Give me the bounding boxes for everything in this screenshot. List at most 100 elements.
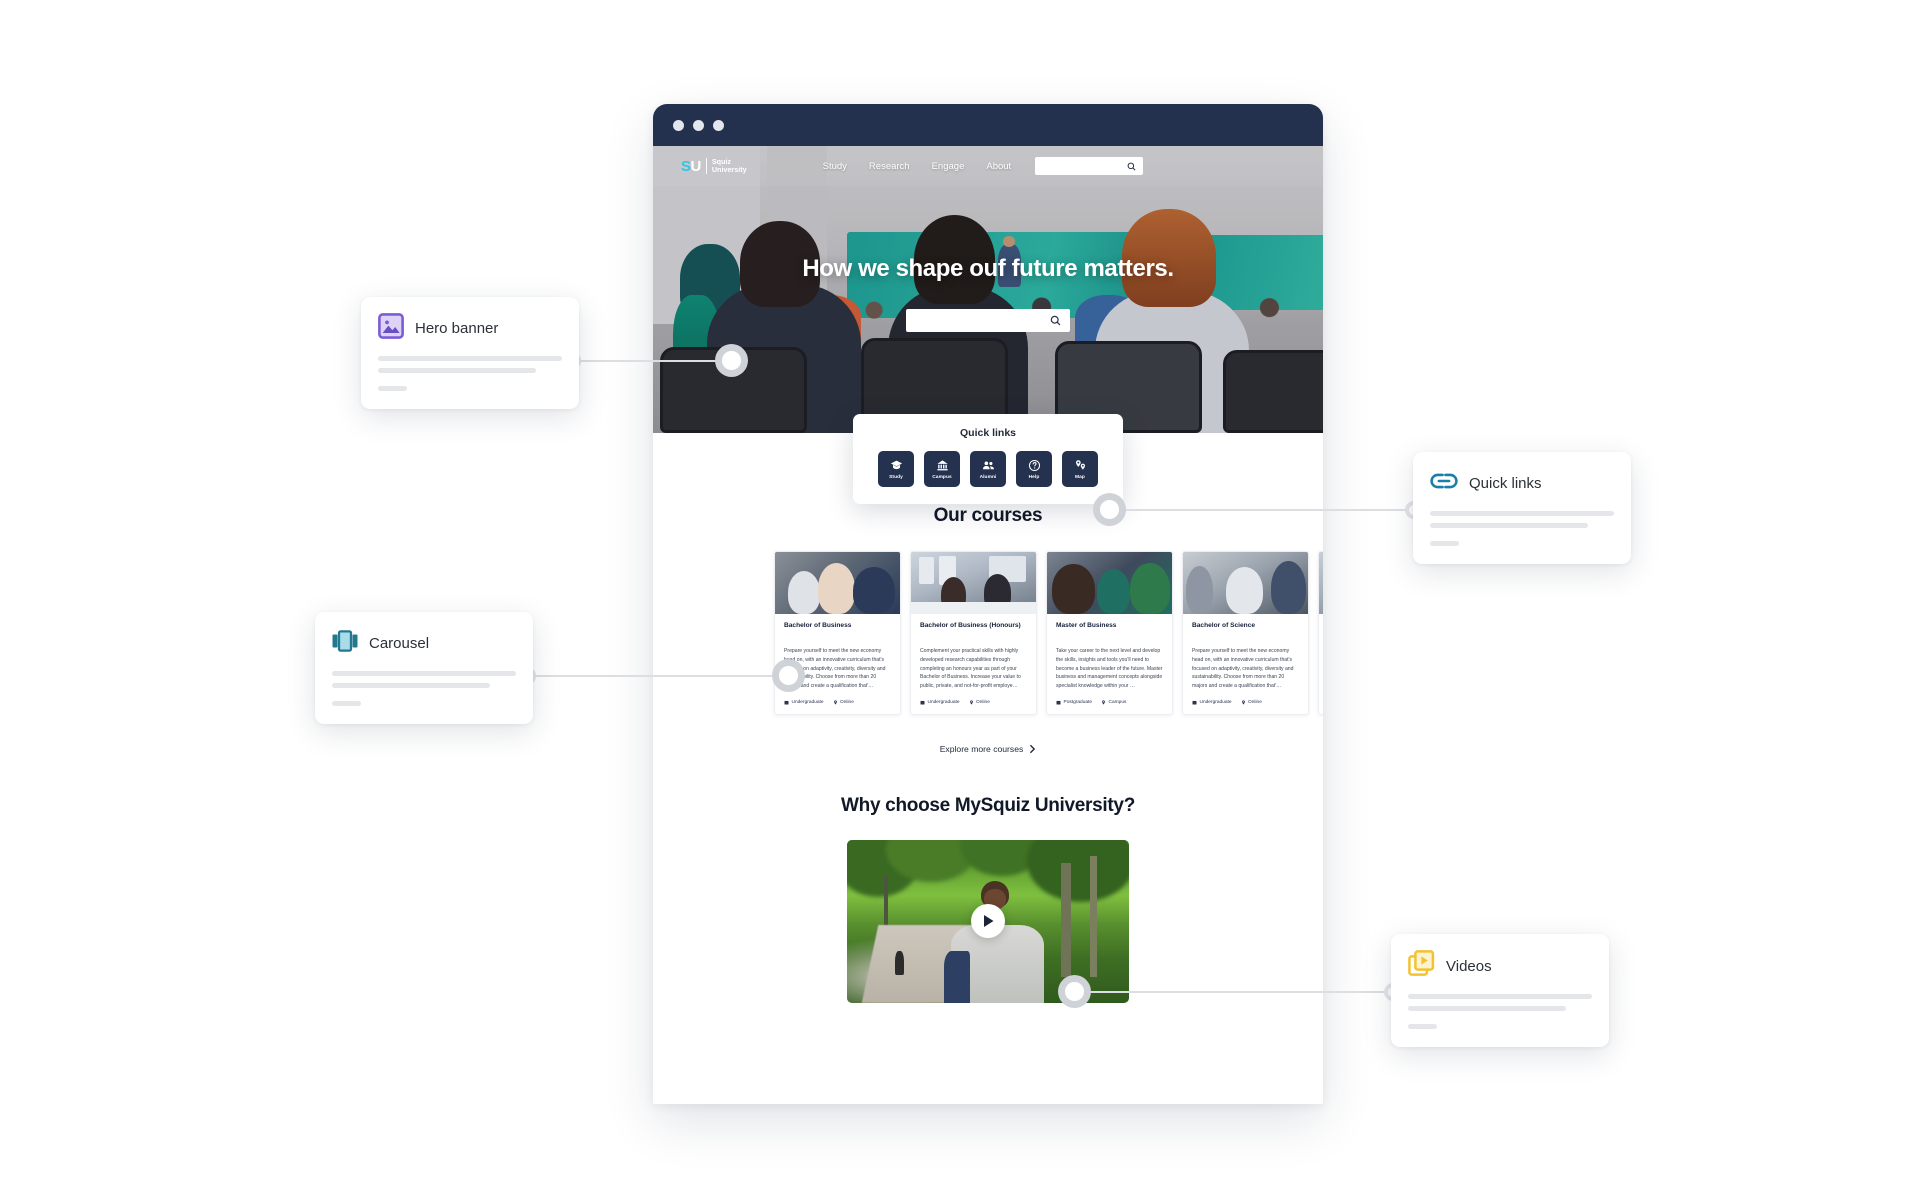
callout-label: Videos — [1446, 957, 1492, 975]
callout-skeleton-line — [332, 671, 516, 676]
chevron-right-icon — [1030, 744, 1036, 753]
course-level-text: Undergraduate — [927, 699, 960, 705]
logo-mark-s: S — [681, 157, 691, 175]
callout-skeleton-pill — [378, 386, 408, 391]
quick-links-row: Study Campus Alumni Help Map — [853, 451, 1123, 487]
connector-node-videos — [1058, 975, 1091, 1008]
callout-videos[interactable]: Videos — [1391, 934, 1609, 1047]
calendar-icon — [920, 700, 925, 705]
hero-copy: How we shape ouf future matters. — [653, 254, 1323, 333]
course-card-image — [1319, 552, 1323, 614]
nav-item-study[interactable]: Study — [823, 161, 847, 172]
traffic-light-maximize[interactable] — [713, 119, 724, 131]
hero-title: How we shape ouf future matters. — [802, 255, 1174, 282]
course-mode-badge: Online — [833, 700, 854, 705]
calendar-icon — [784, 700, 789, 705]
course-level-text: Undergraduate — [791, 699, 824, 705]
callout-skeleton-pill — [332, 701, 362, 706]
logo-mark-u: U — [690, 157, 702, 175]
course-level-badge: Undergraduate — [920, 700, 960, 705]
course-mode-text: Online — [976, 699, 990, 705]
quick-link-alumni[interactable]: Alumni — [970, 451, 1006, 487]
callout-quick-links[interactable]: Quick links — [1413, 452, 1631, 564]
course-card[interactable]: Bachelor of Business (Honours) Complemen… — [910, 551, 1037, 715]
video-play-icon — [1408, 950, 1435, 982]
video-player[interactable] — [847, 839, 1129, 1003]
browser-window: SU Squiz University Study Research Engag… — [653, 104, 1323, 1104]
hero-search-input[interactable] — [906, 309, 1070, 333]
callout-skeleton-line — [378, 356, 562, 361]
explore-more-courses-label: Explore more courses — [939, 743, 1024, 754]
course-card-description: Complement your practical skills with hi… — [920, 648, 1021, 689]
map-pin-icon — [1075, 459, 1085, 470]
callout-carousel[interactable]: Carousel — [315, 612, 533, 724]
image-icon — [378, 313, 404, 344]
course-card-title: Master of Business — [1056, 622, 1117, 629]
connector-node-quicklinks — [1093, 493, 1126, 526]
course-mode-text: Online — [840, 699, 854, 705]
map-pin-icon — [969, 700, 973, 705]
callout-label: Carousel — [369, 635, 430, 652]
play-button-icon[interactable] — [971, 904, 1005, 939]
browser-title-bar — [653, 104, 1323, 146]
connector-node-carousel — [772, 659, 805, 692]
map-pin-icon — [1241, 700, 1245, 705]
course-mode-text: Online — [1248, 699, 1262, 705]
people-icon — [982, 461, 994, 469]
course-card-description: Take your career to the next level and d… — [1056, 648, 1163, 689]
callout-skeleton-line — [1408, 994, 1592, 999]
course-level-text: Postgraduate — [1063, 699, 1093, 705]
link-chain-icon — [1430, 468, 1458, 499]
quick-link-campus[interactable]: Campus — [924, 451, 960, 487]
nav-item-research[interactable]: Research — [869, 161, 910, 172]
course-level-badge: Undergraduate — [784, 700, 824, 705]
traffic-light-close[interactable] — [673, 119, 684, 131]
nav-item-about[interactable]: About — [986, 161, 1011, 172]
graduation-cap-icon — [890, 460, 902, 469]
site-logo[interactable]: SU Squiz University — [681, 157, 747, 175]
quick-link-label: Map — [1075, 474, 1085, 480]
site-navigation: SU Squiz University Study Research Engag… — [653, 146, 1323, 186]
why-choose-section: Why choose MySquiz University? — [653, 795, 1323, 1003]
course-card[interactable]: Master of Business Take your career to t… — [1046, 551, 1173, 715]
quick-links-panel: Quick links Study Campus Alumni Help Map — [853, 414, 1123, 504]
quick-links-title: Quick links — [959, 427, 1017, 439]
quick-link-map[interactable]: Map — [1062, 451, 1098, 487]
callout-skeleton-pill — [1430, 541, 1460, 546]
callout-skeleton-line — [332, 683, 491, 688]
logo-line-2: University — [711, 165, 747, 174]
course-card-meta: Undergraduate Online — [784, 700, 891, 705]
callout-hero-banner[interactable]: Hero banner — [361, 297, 579, 409]
course-card-image — [911, 552, 1036, 614]
nav-item-engage[interactable]: Engage — [932, 161, 965, 172]
course-level-text: Undergraduate — [1199, 699, 1232, 705]
nav-search-input[interactable] — [1035, 157, 1144, 175]
map-pin-icon — [1102, 700, 1105, 705]
carousel-icon — [332, 628, 358, 659]
quick-link-label: Campus — [932, 474, 952, 480]
quick-link-study[interactable]: Study — [878, 451, 914, 487]
logo-divider — [705, 158, 707, 174]
traffic-light-minimize[interactable] — [693, 119, 704, 131]
explore-more-courses-link[interactable]: Explore more courses — [653, 744, 1323, 754]
course-mode-badge: Online — [969, 700, 990, 705]
courses-carousel[interactable]: Bachelor of Business Prepare yourself to… — [653, 551, 1323, 715]
calendar-icon — [1192, 700, 1197, 705]
campus-building-icon — [936, 459, 948, 470]
search-icon — [1127, 162, 1136, 170]
course-mode-text: Campus — [1108, 699, 1127, 705]
why-choose-title: Why choose MySquiz University? — [841, 794, 1135, 816]
course-level-badge: Undergraduate — [1192, 700, 1232, 705]
connector-node-hero — [715, 344, 748, 377]
course-card[interactable]: Bachelor of Science Prepare yourself to … — [1182, 551, 1309, 715]
course-level-badge: Postgraduate — [1056, 700, 1092, 705]
quick-link-help[interactable]: Help — [1016, 451, 1052, 487]
quick-link-label: Help — [1028, 474, 1040, 480]
callout-skeleton-pill — [1408, 1024, 1438, 1029]
quick-link-label: Study — [889, 474, 903, 480]
callout-skeleton-line — [1408, 1006, 1567, 1011]
course-card[interactable]: Bachelor of Business (Honours) Complemen… — [1318, 551, 1323, 715]
course-card-title: Bachelor of Business — [784, 622, 852, 629]
question-circle-icon — [1028, 459, 1040, 471]
course-card-title: Bachelor of Science — [1192, 622, 1256, 629]
